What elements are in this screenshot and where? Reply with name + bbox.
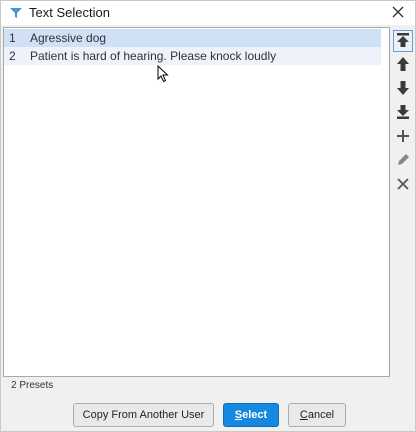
move-to-bottom-icon xyxy=(395,104,411,123)
move-to-bottom-button[interactable] xyxy=(393,102,413,124)
edit-button[interactable] xyxy=(393,150,413,172)
row-text: Agressive dog xyxy=(30,31,107,45)
title-bar: Text Selection xyxy=(1,1,415,25)
mouse-cursor-icon xyxy=(157,64,169,83)
list-item[interactable]: 2 Patient is hard of hearing. Please kno… xyxy=(4,47,381,65)
edit-pencil-icon xyxy=(395,152,411,171)
preset-list[interactable]: 1 Agressive dog 2 Patient is hard of hea… xyxy=(3,27,390,377)
delete-x-icon xyxy=(395,176,411,195)
filter-funnel-icon xyxy=(9,6,23,20)
preset-count-status: 2 Presets xyxy=(11,380,54,391)
move-up-button[interactable] xyxy=(393,54,413,76)
window-title: Text Selection xyxy=(29,5,110,20)
select-button-label: Select xyxy=(234,409,268,421)
close-button[interactable] xyxy=(387,3,409,23)
move-up-icon xyxy=(395,56,411,75)
add-icon xyxy=(395,128,411,147)
list-item[interactable]: 1 Agressive dog xyxy=(4,29,381,47)
copy-from-another-user-button[interactable]: Copy From Another User xyxy=(73,403,214,427)
cancel-button-label: Cancel xyxy=(299,409,335,421)
select-button[interactable]: Select xyxy=(223,403,279,427)
row-number: 1 xyxy=(9,31,16,45)
move-to-top-button[interactable] xyxy=(393,30,413,52)
close-icon xyxy=(392,6,404,21)
move-down-button[interactable] xyxy=(393,78,413,100)
cancel-button[interactable]: Cancel xyxy=(288,403,346,427)
dialog-buttons: Copy From Another User Select Cancel xyxy=(1,403,415,427)
add-button[interactable] xyxy=(393,126,413,148)
text-selection-dialog: Text Selection 1 Agressive dog 2 Patient… xyxy=(0,0,416,432)
move-down-icon xyxy=(395,80,411,99)
copy-button-label: Copy From Another User xyxy=(82,409,205,421)
move-to-top-icon xyxy=(395,32,411,51)
side-toolbar xyxy=(393,30,415,198)
row-number: 2 xyxy=(9,49,16,63)
delete-button[interactable] xyxy=(393,174,413,196)
row-text: Patient is hard of hearing. Please knock… xyxy=(30,49,277,63)
